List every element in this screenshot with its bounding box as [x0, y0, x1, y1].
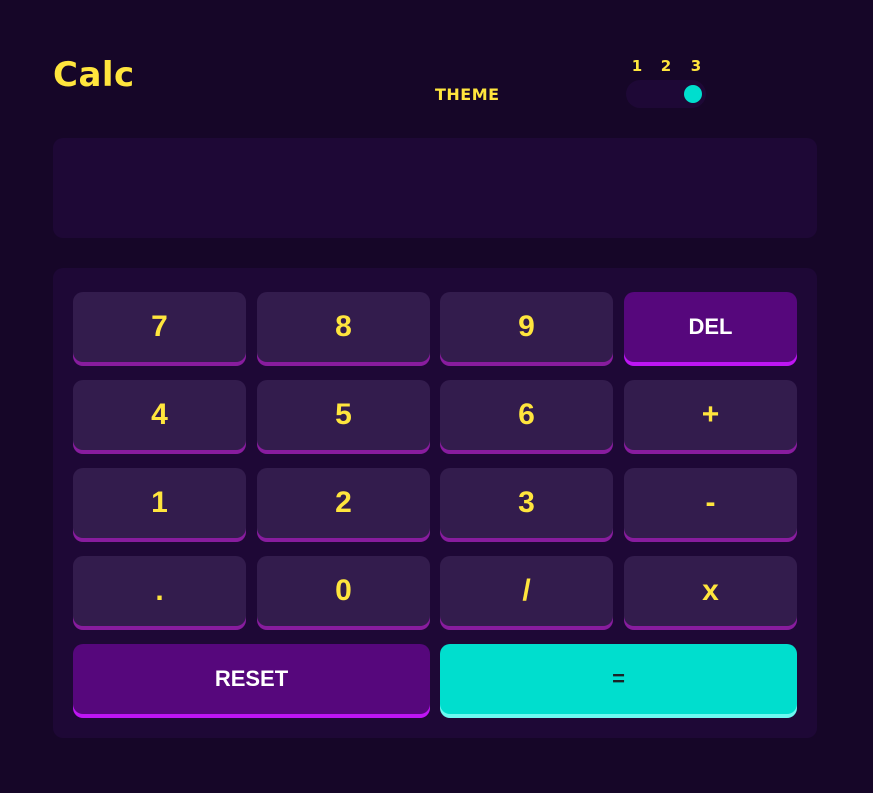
add-button[interactable]: + — [624, 380, 797, 450]
key-2[interactable]: 2 — [257, 468, 430, 538]
theme-toggle-knob[interactable] — [684, 85, 702, 103]
theme-option-2[interactable]: 2 — [656, 56, 676, 76]
key-4[interactable]: 4 — [73, 380, 246, 450]
theme-option-3[interactable]: 3 — [686, 56, 706, 76]
divide-button[interactable]: / — [440, 556, 613, 626]
key-5[interactable]: 5 — [257, 380, 430, 450]
app-title: Calc — [53, 55, 135, 95]
equals-button[interactable]: = — [440, 644, 797, 714]
reset-button[interactable]: RESET — [73, 644, 430, 714]
header: Calc THEME 1 2 3 — [53, 50, 817, 110]
key-8[interactable]: 8 — [257, 292, 430, 362]
delete-button[interactable]: DEL — [624, 292, 797, 362]
key-7[interactable]: 7 — [73, 292, 246, 362]
multiply-button[interactable]: x — [624, 556, 797, 626]
key-1[interactable]: 1 — [73, 468, 246, 538]
key-3[interactable]: 3 — [440, 468, 613, 538]
key-0[interactable]: 0 — [257, 556, 430, 626]
theme-label: THEME — [435, 85, 500, 104]
theme-options: 1 2 3 — [625, 56, 715, 76]
theme-toggle[interactable] — [626, 80, 706, 108]
decimal-button[interactable]: . — [73, 556, 246, 626]
keypad: 7 8 9 DEL 4 5 6 + 1 2 3 - . 0 / x RESET … — [53, 268, 817, 738]
key-9[interactable]: 9 — [440, 292, 613, 362]
key-6[interactable]: 6 — [440, 380, 613, 450]
theme-option-1[interactable]: 1 — [627, 56, 647, 76]
display-screen — [53, 138, 817, 238]
subtract-button[interactable]: - — [624, 468, 797, 538]
